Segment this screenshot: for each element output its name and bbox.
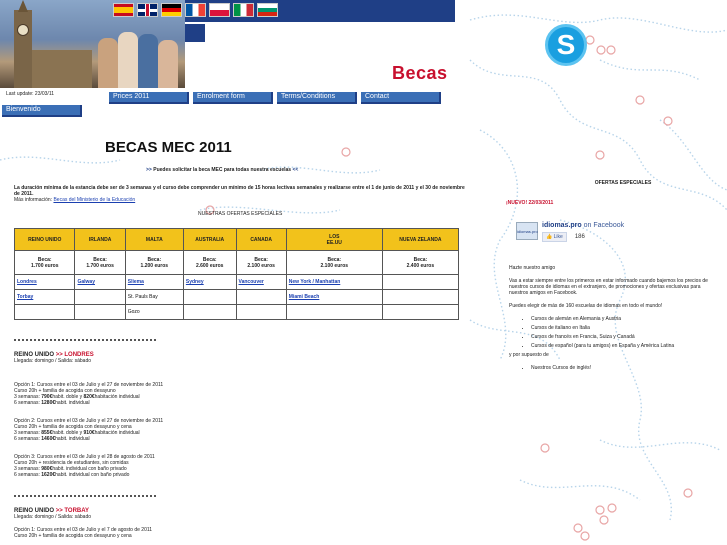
sidebar-offers: OFERTAS ESPECIALES ¡NUEVO! 22/03/2011 xyxy=(506,180,720,206)
idiomas-logo[interactable]: idiomas.pro xyxy=(516,222,538,240)
prices-table: REINO UNIDO IRLANDA MALTA AUSTRALIA CANA… xyxy=(13,228,460,320)
table-row: Gozo xyxy=(13,304,460,320)
city-link-new-york[interactable]: New York / Manhattan xyxy=(289,279,341,285)
offers-heading: NUESTRAS OFERTAS ESPECIALES xyxy=(198,211,283,217)
price-cell: Beca: 1.700 euros xyxy=(13,250,76,275)
price-cell: Beca: 1.700 euros xyxy=(74,250,126,275)
polish-flag-icon[interactable] xyxy=(209,3,230,17)
facebook-page-link[interactable]: idiomas.pro xyxy=(542,222,582,229)
sidebar-text: Hazte nuestro amigo Vas a estar siempre … xyxy=(509,265,719,374)
city-link-torbay[interactable]: Torbay xyxy=(17,294,33,300)
price-cell: Beca: 2.100 euros xyxy=(285,250,383,275)
ministry-link[interactable]: Becas del Ministerio de la Educación xyxy=(53,197,135,203)
nav-home[interactable]: Bienvenido xyxy=(2,105,82,117)
facebook-widget: idiomas.pro idiomas.pro on Facebook 👍 Li… xyxy=(516,222,625,242)
new-badge: ¡NUEVO! 22/03/2011 xyxy=(506,200,554,206)
city-cell: St. Pauls Bay xyxy=(124,289,184,305)
list-item: Cursos de alemán en Alemania y Austria xyxy=(531,316,719,322)
section-londres: REINO UNIDO >> LONDRES Llegada: domingo … xyxy=(14,352,164,478)
subtitle: >> Puedes solicitar la beca MEC para tod… xyxy=(146,167,299,173)
table-header-row: REINO UNIDO IRLANDA MALTA AUSTRALIA CANA… xyxy=(13,228,460,251)
city-link-londres[interactable]: Londres xyxy=(17,279,37,285)
col-header: REINO UNIDO xyxy=(13,228,76,251)
col-header: AUSTRALIA xyxy=(182,228,237,251)
city-link-sydney[interactable]: Sydney xyxy=(186,279,204,285)
list-item: Cursos de francés en Francia, Suiza y Ca… xyxy=(531,334,719,340)
city-link-vancouver[interactable]: Vancouver xyxy=(239,279,264,285)
language-course-list: Cursos de alemán en Alemania y Austria C… xyxy=(509,316,719,349)
german-flag-icon[interactable] xyxy=(161,3,182,17)
bulgarian-flag-icon[interactable] xyxy=(257,3,278,17)
italian-flag-icon[interactable] xyxy=(233,3,254,17)
nav-prices[interactable]: Prices 2011 xyxy=(109,92,189,104)
nav-contact[interactable]: Contact xyxy=(361,92,441,104)
city-link-sliema[interactable]: Sliema xyxy=(128,279,144,285)
list-item: Cursos de español (para tu amigos) en Es… xyxy=(531,343,719,349)
price-cell: Beca: 2.100 euros xyxy=(235,250,287,275)
table-row: Londres Galway Sliema Sydney Vancouver N… xyxy=(13,274,460,290)
divider xyxy=(14,495,156,497)
table-row: Torbay St. Pauls Bay Miami Beach xyxy=(13,289,460,305)
table-row: Beca: 1.700 euros Beca: 1.700 euros Beca: 1… xyxy=(13,250,460,275)
price-cell: Beca: 1.200 euros xyxy=(124,250,184,275)
sidebar-title: OFERTAS ESPECIALES xyxy=(594,180,652,186)
col-header: MALTA xyxy=(124,228,184,251)
skype-icon[interactable]: S xyxy=(545,24,587,66)
spanish-flag-icon[interactable] xyxy=(113,3,134,17)
intro-text: La duración mínima de la estancia debe s… xyxy=(14,185,465,203)
divider xyxy=(14,339,156,341)
list-item: Cursos de italiano en Italia xyxy=(531,325,719,331)
page-title: BECAS MEC 2011 xyxy=(105,139,232,156)
price-cell: Beca: 2.400 euros xyxy=(381,250,460,275)
col-header: IRLANDA xyxy=(74,228,126,251)
col-header: LOS EE.UU xyxy=(285,228,383,251)
price-cell: Beca: 2.600 euros xyxy=(182,250,237,275)
list-item: Nuestros Cursos de inglés! xyxy=(531,365,719,371)
city-link-galway[interactable]: Galway xyxy=(77,279,95,285)
header-bar-tab xyxy=(185,24,205,42)
big-ben-icon xyxy=(14,0,32,88)
col-header: NUEVA ZELANDA xyxy=(381,228,460,251)
english-course-list: Nuestros Cursos de inglés! xyxy=(509,365,719,371)
last-update: Last update: 23/03/11 xyxy=(6,91,55,97)
col-header: CANADA xyxy=(235,228,287,251)
facebook-like-button[interactable]: 👍 Like xyxy=(542,232,567,242)
nav-terms-conditions[interactable]: Terms/Conditions xyxy=(277,92,357,104)
language-flags xyxy=(113,3,278,17)
section-torbay: REINO UNIDO >> TORBAY Llegada: domingo /… xyxy=(14,508,153,539)
like-count: 186 xyxy=(574,234,585,240)
brand-title: Becas xyxy=(392,63,448,83)
city-link-miami[interactable]: Miami Beach xyxy=(289,294,320,300)
french-flag-icon[interactable] xyxy=(185,3,206,17)
english-flag-icon[interactable] xyxy=(137,3,158,17)
nav-enrolment-form[interactable]: Enrolment form xyxy=(193,92,273,104)
city-cell: Gozo xyxy=(124,304,184,320)
